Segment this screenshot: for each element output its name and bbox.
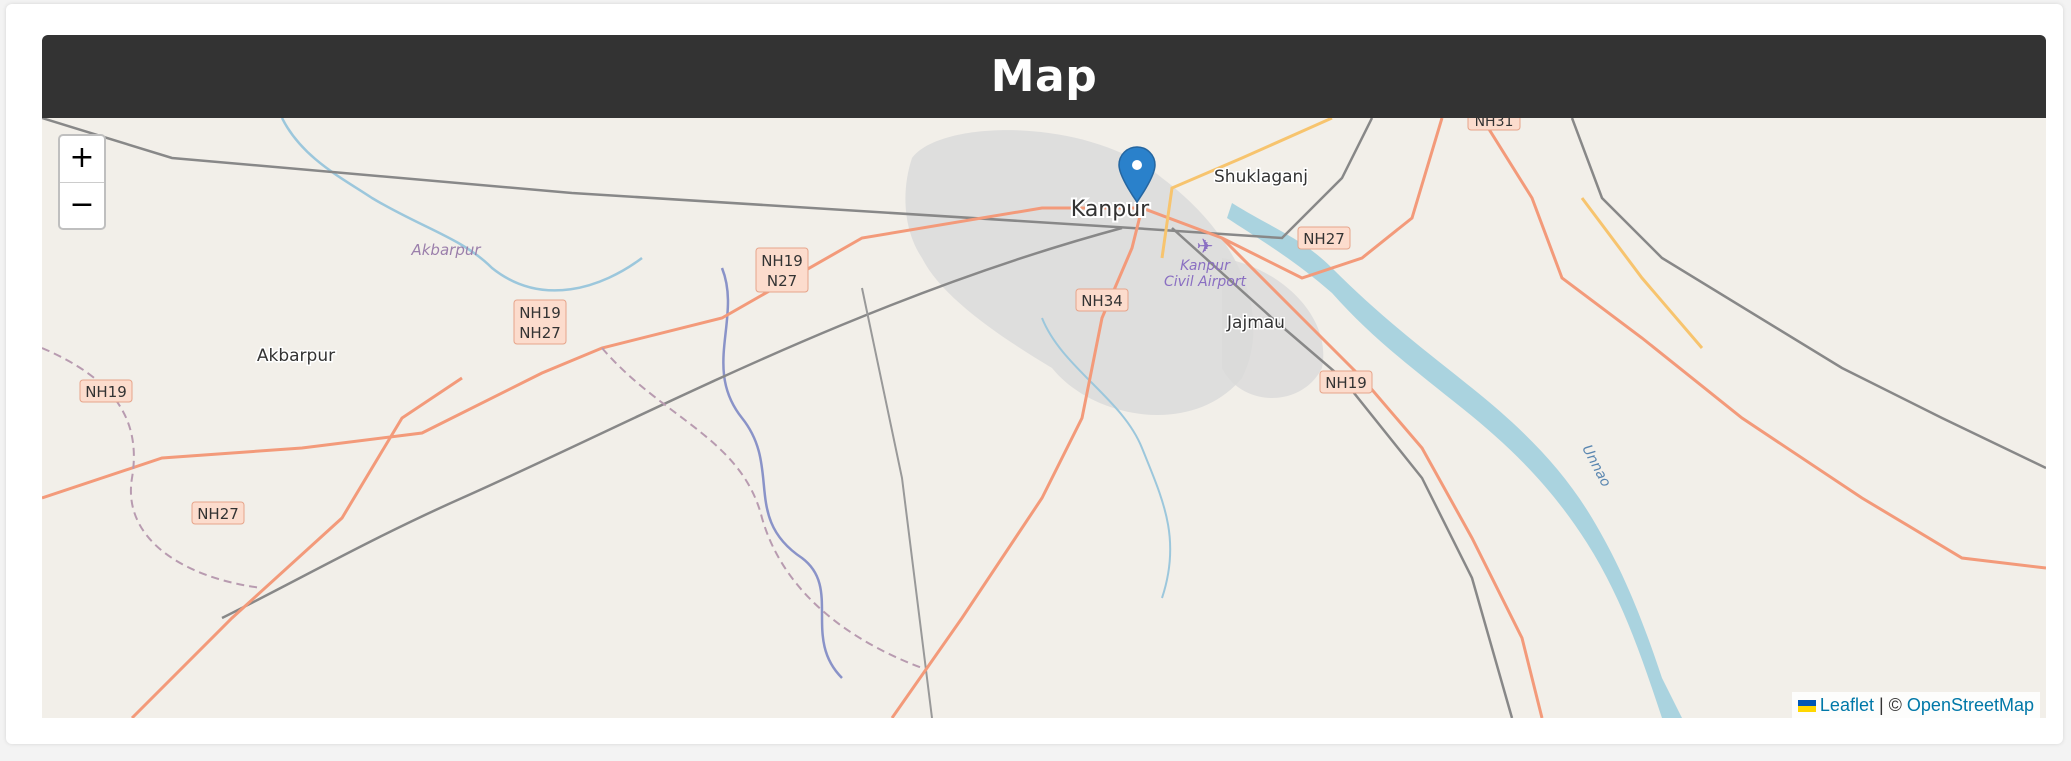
svg-text:NH27: NH27: [1303, 230, 1345, 248]
stream-1: [280, 118, 643, 292]
svg-text:N27: N27: [767, 272, 797, 290]
airport-label-line2: Civil Airport: [1164, 274, 1247, 290]
page-title: Map: [990, 51, 1098, 102]
map-view[interactable]: NH19 N27 NH19 NH27 NH19 NH27 NH34 NH27 N…: [42, 118, 2046, 718]
airport-label-line1: Kanpur: [1180, 258, 1231, 274]
railway-4: [1570, 118, 2046, 470]
map-attribution: Leaflet | © OpenStreetMap: [1791, 692, 2040, 718]
road-shield-nh34: NH34: [1075, 288, 1129, 312]
road-secondary-2: [1580, 197, 1704, 349]
svg-text:NH27: NH27: [519, 324, 561, 342]
map-header: Map: [42, 35, 2046, 118]
svg-text:NH19: NH19: [761, 252, 803, 270]
airplane-icon: ✈: [1197, 234, 1214, 258]
railway-5: [861, 287, 933, 718]
svg-text:NH19: NH19: [1325, 374, 1367, 392]
map-tiles[interactable]: NH19 N27 NH19 NH27 NH19 NH27 NH34 NH27 N…: [42, 118, 2046, 718]
road-shield-nh27-southwest: NH27: [191, 501, 245, 525]
zoom-out-button[interactable]: −: [60, 183, 104, 228]
road-shield-nh19-nh27: NH19 NH27: [513, 299, 567, 345]
road-nh27-sw: [130, 376, 463, 718]
district-boundary: [42, 347, 923, 669]
svg-text:NH34: NH34: [1081, 292, 1123, 310]
attribution-separator: | ©: [1873, 695, 1907, 715]
zoom-control: + −: [58, 134, 106, 230]
svg-text:NH19: NH19: [519, 304, 561, 322]
svg-text:NH19: NH19: [85, 383, 127, 401]
road-shield-nh19-east: NH19: [1319, 370, 1373, 394]
ukraine-flag-icon: [1797, 700, 1816, 712]
svg-text:NH31: NH31: [1475, 118, 1514, 130]
openstreetmap-link[interactable]: OpenStreetMap: [1907, 695, 2034, 715]
map-container: Map NH19 N27 NH19 NH27 NH19 NH27 NH34 NH…: [42, 35, 2046, 718]
river-label: Unnao: [1578, 442, 1613, 489]
map-card: Map NH19 N27 NH19 NH27 NH19 NH27 NH34 NH…: [6, 4, 2063, 744]
place-label-akbarpur: Akbarpur: [257, 346, 335, 366]
road-shield-nh27-east: NH27: [1297, 226, 1351, 250]
svg-text:NH27: NH27: [197, 505, 239, 523]
river-ganga: [1227, 203, 1682, 718]
district-label-akbarpur: Akbarpur: [410, 241, 481, 259]
place-label-shuklaganj: Shuklaganj: [1214, 167, 1308, 187]
road-shield-nh19-n27: NH19 N27: [755, 247, 809, 293]
leaflet-link[interactable]: Leaflet: [1820, 695, 1874, 715]
road-shield-nh19-west: NH19: [79, 379, 133, 403]
road-shield-nh31: NH31: [1467, 118, 1521, 131]
place-label-jajmau: Jajmau: [1226, 313, 1285, 333]
zoom-in-button[interactable]: +: [60, 136, 104, 183]
